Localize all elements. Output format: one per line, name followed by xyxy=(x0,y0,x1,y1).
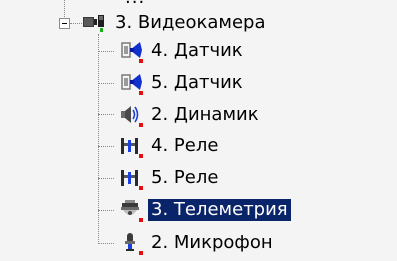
tree-connector-root xyxy=(64,0,65,17)
tree-node-telemetry-3[interactable]: 3. Телеметрия xyxy=(118,198,291,222)
sensor-icon xyxy=(118,39,144,63)
sensor-icon xyxy=(118,71,144,95)
tree-node-label: 2. Микрофон xyxy=(151,232,273,253)
status-marker xyxy=(139,154,143,158)
tree-node-label: 5. Реле xyxy=(151,167,219,188)
tree-node-label: 4. Реле xyxy=(151,135,219,156)
tree-connector xyxy=(98,243,114,244)
tree-node-speaker-2[interactable]: 2. Динамик xyxy=(118,103,262,127)
tree-connector xyxy=(98,83,114,84)
relay-icon xyxy=(118,166,144,190)
tree-connector-children xyxy=(98,34,99,244)
tree-connector xyxy=(98,51,114,52)
tree-connector xyxy=(98,114,114,115)
tree-node-microphone-2[interactable]: 2. Микрофон xyxy=(118,231,276,255)
tree-node-label: 3. Видеокамера xyxy=(115,12,266,33)
status-marker xyxy=(139,186,143,190)
tree-connector xyxy=(98,146,114,147)
tree-connector xyxy=(98,178,114,179)
status-marker xyxy=(139,251,143,255)
tree-connector-root-h xyxy=(70,23,82,24)
tree-node-relay-4[interactable]: 4. Реле xyxy=(118,134,221,158)
status-marker xyxy=(139,218,143,222)
telemetry-camera-icon xyxy=(118,198,144,222)
minus-icon xyxy=(62,23,67,24)
tree-node-sensor-5[interactable]: 5. Датчик xyxy=(118,71,246,95)
status-marker xyxy=(139,91,143,95)
device-tree-panel: ... 3. Видео xyxy=(0,0,397,261)
tree-connector xyxy=(98,210,114,211)
tree-node-label: 3. Телеметрия xyxy=(148,199,291,221)
tree-node-sensor-4[interactable]: 4. Датчик xyxy=(118,39,246,63)
tree-node-label: 2. Динамик xyxy=(151,104,259,125)
status-marker xyxy=(139,59,143,63)
tree-node-label: 4. Датчик xyxy=(151,40,243,61)
status-marker xyxy=(139,123,143,127)
collapse-toggle[interactable] xyxy=(59,18,70,29)
device-tree: 3. Видеокамера 4. Датчик 5. Датчик 2. Ди… xyxy=(0,0,397,261)
speaker-icon xyxy=(118,103,144,127)
tree-node-label: 5. Датчик xyxy=(151,72,243,93)
tree-node-relay-5[interactable]: 5. Реле xyxy=(118,166,221,190)
tree-node-videocamera[interactable]: 3. Видеокамера xyxy=(82,11,269,35)
microphone-icon xyxy=(118,231,144,255)
relay-icon xyxy=(118,134,144,158)
video-camera-icon xyxy=(82,11,108,35)
